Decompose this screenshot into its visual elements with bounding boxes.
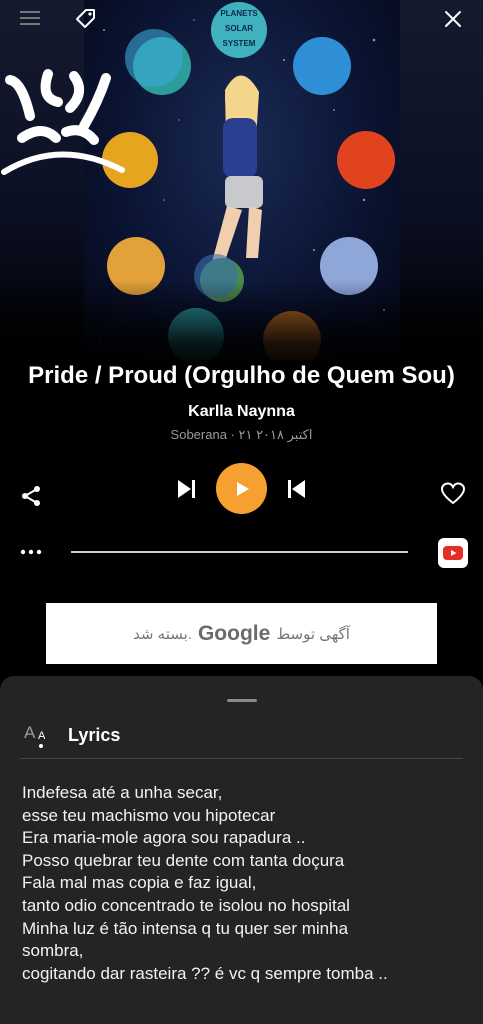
youtube-icon (443, 546, 463, 560)
close-icon[interactable] (440, 6, 466, 32)
cover-text-3: SYSTEM (223, 39, 256, 48)
lyric-line: tanto odio concentrado te isolou no hosp… (22, 895, 350, 915)
lyrics-header: A A Lyrics (22, 720, 120, 750)
text-size-icon[interactable]: A A (22, 720, 52, 750)
lyrics-divider (20, 758, 463, 759)
share-icon[interactable] (16, 482, 46, 510)
lyric-line: Fala mal mas copia e faz igual, (22, 873, 257, 893)
cover-text-1: PLANETS (220, 9, 258, 18)
more-options-icon[interactable] (18, 545, 44, 559)
lyrics-title: Lyrics (68, 724, 121, 745)
sheet-drag-handle[interactable] (227, 699, 257, 702)
previous-track-icon[interactable] (283, 476, 311, 502)
ad-suffix: بسته شد. (133, 625, 192, 643)
lyric-line: Indefesa até a unha secar, (22, 783, 223, 802)
lyric-line: sombra, (22, 941, 84, 961)
artwork-fade (0, 280, 483, 370)
lyric-line: Posso quebrar teu dente com tanta doçura (22, 850, 345, 870)
youtube-button[interactable] (438, 538, 468, 568)
tag-icon[interactable] (72, 4, 100, 32)
progress-bar[interactable] (71, 551, 408, 553)
ad-banner[interactable]: بسته شد. Google آگهی توسط (46, 603, 437, 664)
album-artwork: PLANETS SOLAR SYSTEM (0, 0, 483, 370)
ad-prefix: آگهی توسط (276, 625, 350, 643)
play-icon (236, 481, 249, 496)
svg-text:A: A (38, 730, 46, 742)
lyrics-sheet: A A Lyrics Indefesa até a unha secar, es… (0, 676, 483, 1024)
menu-icon[interactable] (16, 6, 44, 30)
svg-text:A: A (24, 723, 36, 742)
play-button[interactable] (216, 463, 267, 514)
ad-brand: Google (197, 621, 271, 645)
heart-icon[interactable] (438, 480, 468, 508)
artist-name[interactable]: Karlla Naynna (0, 403, 483, 421)
app-logo (0, 68, 125, 180)
lyric-line: cogitando dar rasteira ?? é vc q sempre … (22, 963, 388, 983)
album-date-meta: Soberana · ۲۱ اکتبر ۲۰۱۸ (170, 427, 313, 442)
next-track-icon[interactable] (172, 476, 200, 502)
lyric-line: esse teu machismo vou hipotecar (22, 805, 276, 825)
song-title: Pride / Proud (Orgulho de Quem Sou) (28, 362, 455, 389)
lyric-line: Minha luz é tão intensa q tu quer ser mi… (22, 918, 349, 938)
lyric-line: Era maria-mole agora sou rapadura .. (22, 828, 306, 848)
lyrics-text: Indefesa até a unha secar, esse teu mach… (22, 782, 462, 985)
cover-text-2: SOLAR (225, 24, 253, 33)
